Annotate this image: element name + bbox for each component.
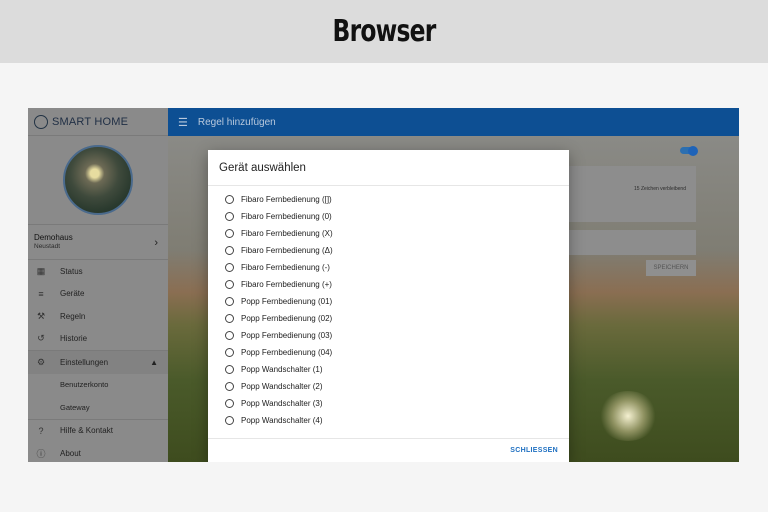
logo[interactable]: SMART HOME: [28, 108, 168, 136]
device-option-label: Popp Wandschalter (4): [241, 416, 323, 425]
list-icon: ≡: [38, 288, 44, 299]
menu-icon[interactable]: ☰: [178, 116, 188, 129]
radio-icon[interactable]: [225, 280, 234, 289]
device-select-dialog: Gerät auswählen Fibaro Fernbedienung ([]…: [208, 150, 569, 462]
app-bar: ☰ Regel hinzufügen: [168, 108, 739, 136]
device-option[interactable]: Popp Fernbedienung (02): [208, 310, 569, 327]
radio-icon[interactable]: [225, 297, 234, 306]
avatar: [63, 145, 133, 215]
radio-icon[interactable]: [225, 399, 234, 408]
top-banner: Browser: [0, 0, 768, 63]
device-option[interactable]: Popp Wandschalter (4): [208, 412, 569, 429]
device-option[interactable]: Popp Fernbedienung (04): [208, 344, 569, 361]
device-option-label: Popp Wandschalter (2): [241, 382, 323, 391]
radio-icon[interactable]: [225, 263, 234, 272]
gear-icon: ⚙: [36, 356, 46, 367]
device-option-label: Fibaro Fernbedienung (X): [241, 229, 333, 238]
active-toggle[interactable]: [680, 145, 698, 156]
radio-icon[interactable]: [225, 246, 234, 255]
device-option[interactable]: Popp Wandschalter (3): [208, 395, 569, 412]
device-option[interactable]: Popp Fernbedienung (03): [208, 327, 569, 344]
device-option[interactable]: Fibaro Fernbedienung (+): [208, 276, 569, 293]
info-icon: ⓘ: [36, 448, 46, 459]
device-option[interactable]: Popp Wandschalter (1): [208, 361, 569, 378]
sidebar: SMART HOME Demohaus Neustadt › ▦ Status …: [28, 108, 168, 462]
radio-icon[interactable]: [225, 382, 234, 391]
radio-icon[interactable]: [225, 314, 234, 323]
user-location: Neustadt: [34, 243, 61, 250]
app-window: SMART HOME Demohaus Neustadt › ▦ Status …: [28, 108, 739, 462]
user-name: Demohaus: [34, 233, 73, 242]
sidebar-item-label: Einstellungen: [60, 357, 109, 367]
radio-icon[interactable]: [225, 212, 234, 221]
save-button[interactable]: SPEICHERN: [646, 260, 696, 276]
toggle-knob: [688, 145, 698, 156]
device-option-list: Fibaro Fernbedienung ([]) Fibaro Fernbed…: [208, 186, 569, 429]
radio-icon[interactable]: [225, 416, 234, 425]
history-icon: ↺: [37, 333, 45, 344]
chevron-up-icon: ▲: [150, 357, 158, 367]
sidebar-item-hilfe[interactable]: ? Hilfe & Kontakt: [28, 420, 168, 443]
device-option[interactable]: Fibaro Fernbedienung (Δ): [208, 242, 569, 259]
device-option[interactable]: Popp Wandschalter (2): [208, 378, 569, 395]
dialog-actions: SCHLIESSEN: [208, 438, 569, 462]
device-option[interactable]: Popp Fernbedienung (01): [208, 293, 569, 310]
device-option-label: Popp Fernbedienung (02): [241, 314, 333, 323]
device-option-label: Popp Fernbedienung (03): [241, 331, 333, 340]
dialog-title: Gerät auswählen: [208, 150, 569, 186]
sidebar-item-label: Geräte: [60, 289, 85, 299]
user-info[interactable]: Demohaus Neustadt ›: [28, 224, 168, 260]
sidebar-item-label: Status: [60, 266, 83, 276]
sidebar-subitem-benutzerkonto[interactable]: Benutzerkonto: [28, 374, 168, 397]
device-option-label: Fibaro Fernbedienung (+): [241, 280, 332, 289]
sidebar-item-historie[interactable]: ↺ Historie: [28, 328, 168, 351]
dashboard-icon: ▦: [36, 265, 46, 276]
sidebar-item-einstellungen[interactable]: ⚙ Einstellungen ▲: [28, 351, 168, 374]
help-icon: ?: [38, 425, 44, 436]
condition-card: [568, 230, 696, 255]
avatar-area: [28, 136, 168, 224]
device-option-label: Fibaro Fernbedienung (-): [241, 263, 330, 272]
brand-name: SMART HOME: [52, 115, 129, 128]
chevron-right-icon: ›: [154, 237, 158, 249]
close-button[interactable]: SCHLIESSEN: [510, 447, 558, 454]
device-option[interactable]: Fibaro Fernbedienung ([]): [208, 191, 569, 208]
sidebar-item-label: Hilfe & Kontakt: [60, 426, 113, 436]
device-option-label: Popp Fernbedienung (01): [241, 297, 333, 306]
sidebar-item-label: Regeln: [60, 311, 86, 321]
device-option-label: Fibaro Fernbedienung (Δ): [241, 246, 333, 255]
radio-icon[interactable]: [225, 195, 234, 204]
radio-icon[interactable]: [225, 365, 234, 374]
device-option[interactable]: Fibaro Fernbedienung (-): [208, 259, 569, 276]
house-icon: [34, 114, 48, 129]
device-option-label: Fibaro Fernbedienung ([]): [241, 195, 332, 204]
radio-icon[interactable]: [225, 348, 234, 357]
sidebar-item-about[interactable]: ⓘ About: [28, 442, 168, 462]
sidebar-subitem-gateway[interactable]: Gateway: [28, 396, 168, 419]
sidebar-item-label: Historie: [60, 334, 88, 344]
banner-title: Browser: [332, 14, 437, 49]
device-option[interactable]: Fibaro Fernbedienung (X): [208, 225, 569, 242]
radio-icon[interactable]: [225, 331, 234, 340]
sidebar-item-status[interactable]: ▦ Status: [28, 260, 168, 283]
sidebar-item-regeln[interactable]: ⚒ Regeln: [28, 305, 168, 328]
background-light: [598, 391, 658, 441]
radio-icon[interactable]: [225, 229, 234, 238]
device-option-label: Popp Wandschalter (3): [241, 399, 323, 408]
sidebar-item-geraete[interactable]: ≡ Geräte: [28, 283, 168, 306]
device-option-label: Popp Fernbedienung (04): [241, 348, 333, 357]
name-field-card: 15 Zeichen verbleibend: [568, 166, 696, 222]
sidebar-item-label: About: [60, 448, 81, 458]
device-option[interactable]: Fibaro Fernbedienung (0): [208, 208, 569, 225]
device-option-label: Popp Wandschalter (1): [241, 365, 323, 374]
wand-icon: ⚒: [36, 310, 46, 321]
char-counter: 15 Zeichen verbleibend: [634, 186, 686, 192]
device-option-label: Fibaro Fernbedienung (0): [241, 212, 332, 221]
page-title: Regel hinzufügen: [197, 116, 276, 128]
